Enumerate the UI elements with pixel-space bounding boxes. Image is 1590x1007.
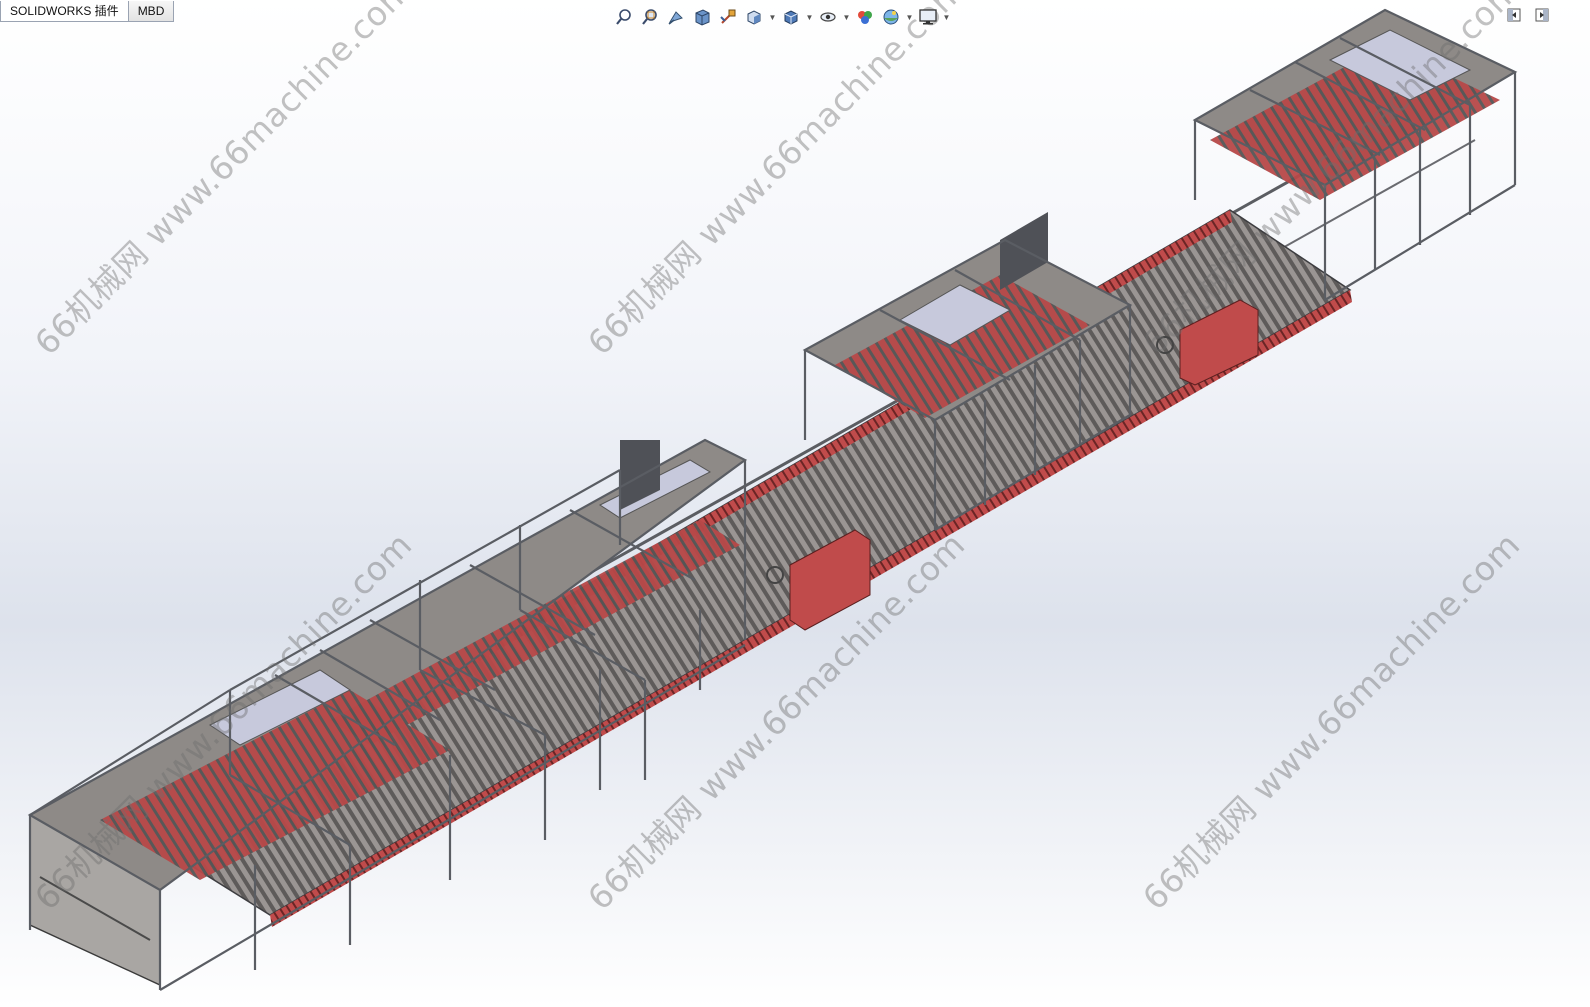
edit-appearance-icon[interactable] [853,5,877,29]
view-settings-icon[interactable] [916,5,940,29]
apply-scene-icon[interactable] [879,5,903,29]
view-orientation-icon[interactable] [742,5,766,29]
hide-show-items-icon[interactable] [816,5,840,29]
view-orientation-dropdown[interactable]: ▼ [768,5,777,29]
heads-up-view-toolbar: ▼ ▼ ▼ ▼ ▼ [612,4,951,30]
tile-left-icon[interactable] [1506,7,1522,23]
apply-scene-dropdown[interactable]: ▼ [905,5,914,29]
graphics-area[interactable]: SOLIDWORKS 插件 MBD ▼ ▼ ▼ ▼ ▼ 66机械网 www.66… [0,0,1590,1007]
command-manager-tabs: SOLIDWORKS 插件 MBD [0,1,175,23]
hide-show-dropdown[interactable]: ▼ [842,5,851,29]
view-settings-dropdown[interactable]: ▼ [942,5,951,29]
zoom-to-area-icon[interactable] [638,5,662,29]
display-style-dropdown[interactable]: ▼ [805,5,814,29]
zoom-to-fit-icon[interactable] [612,5,636,29]
conveyor-oven-assembly-model[interactable] [0,0,1590,1007]
tab-mbd[interactable]: MBD [128,1,175,22]
viewport-window-controls [1506,7,1550,23]
display-style-icon[interactable] [779,5,803,29]
section-view-icon[interactable] [690,5,714,29]
tab-solidworks-addins[interactable]: SOLIDWORKS 插件 [0,1,129,22]
dynamic-annotation-views-icon[interactable] [716,5,740,29]
tile-right-icon[interactable] [1534,7,1550,23]
previous-view-icon[interactable] [664,5,688,29]
main-conveyor-belt [148,209,1352,927]
